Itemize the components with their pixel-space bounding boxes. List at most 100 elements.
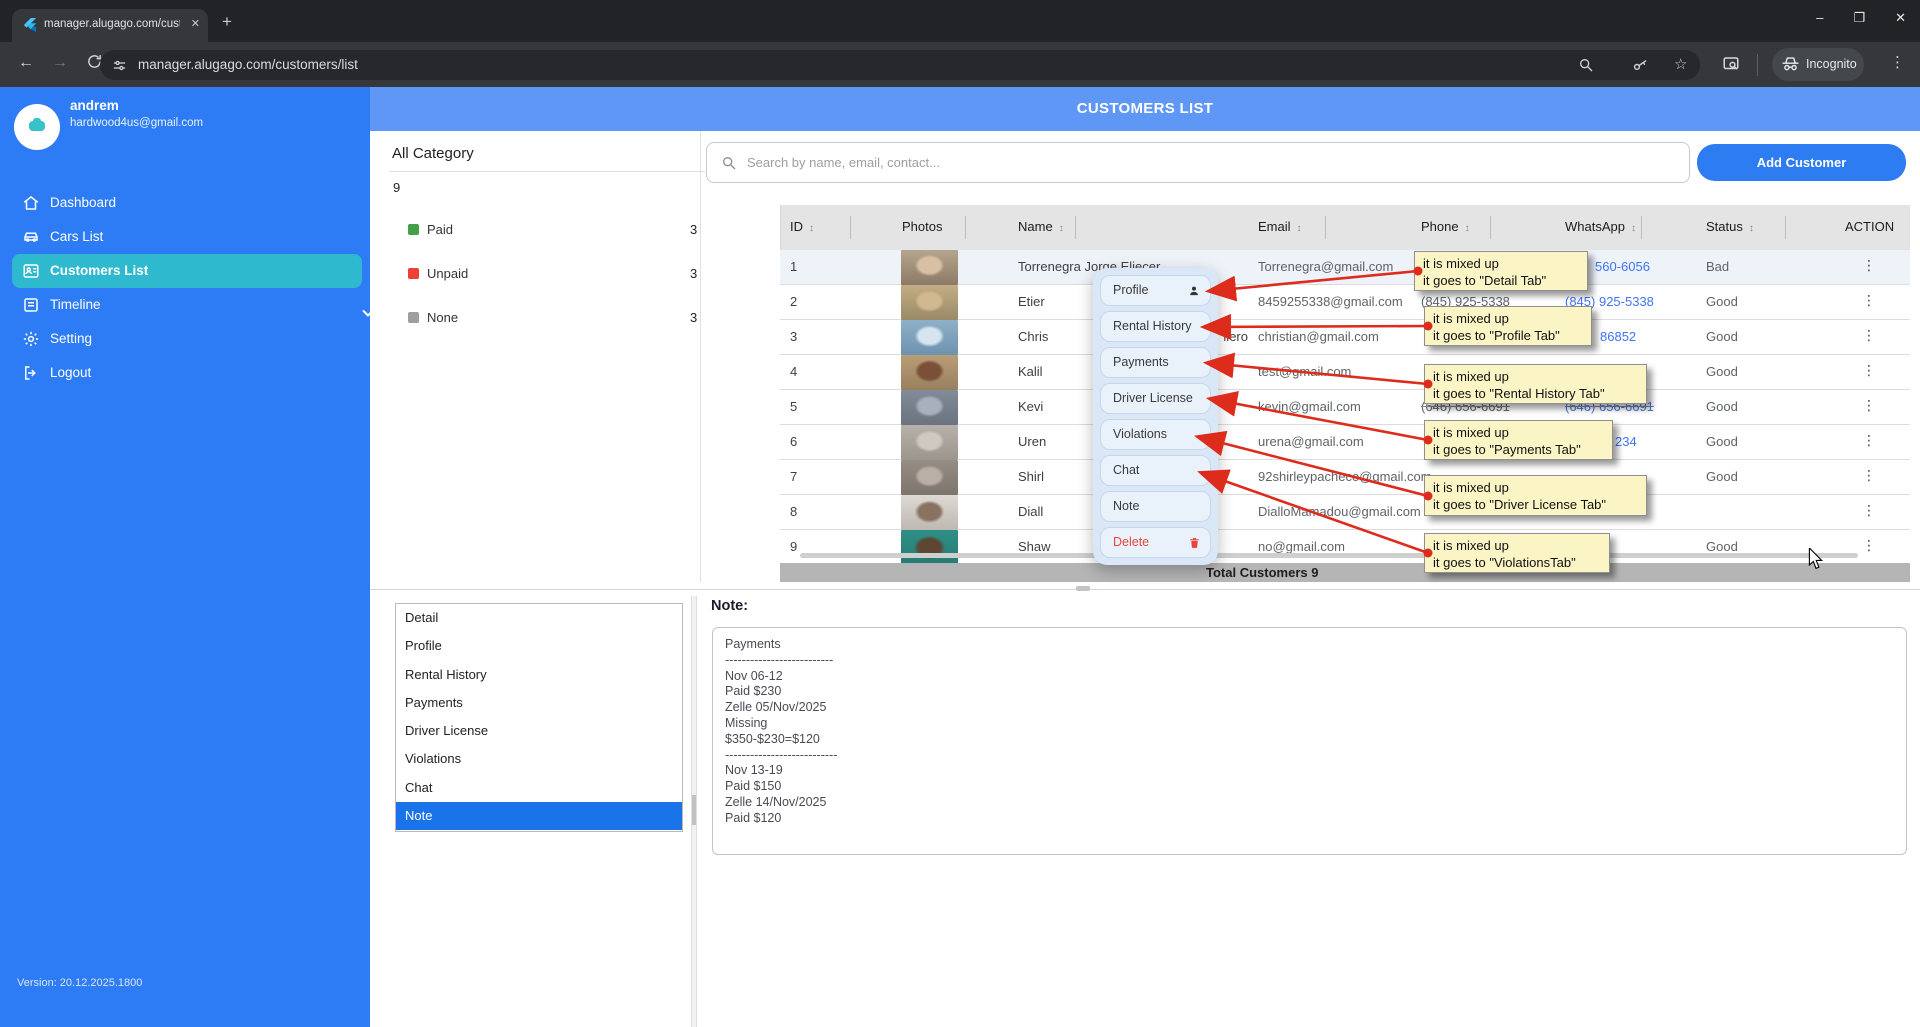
annotation-note: it is mixed up it goes to "Driver License…: [1424, 475, 1647, 516]
column-header-name[interactable]: Name ↕: [1018, 219, 1064, 234]
sidebar-item-label: Setting: [50, 331, 93, 346]
customer-photo[interactable]: [901, 320, 958, 355]
tab-profile[interactable]: Profile: [396, 632, 682, 660]
sort-icon[interactable]: ↕: [1297, 223, 1302, 234]
site-controls-icon[interactable]: [112, 58, 127, 78]
tab-close-icon[interactable]: ✕: [191, 17, 200, 30]
tab-payments[interactable]: Payments: [396, 689, 682, 717]
customer-photo[interactable]: [901, 285, 958, 320]
menu-item-chat[interactable]: Chat: [1100, 455, 1211, 486]
customer-photo[interactable]: [901, 355, 958, 390]
url-text: manager.alugago.com/customers/list: [138, 57, 358, 72]
site-favicon: [23, 18, 37, 37]
back-button[interactable]: ←: [18, 54, 34, 72]
column-header-status[interactable]: Status ↕: [1706, 219, 1754, 234]
row-actions-button[interactable]: ⋮: [1858, 257, 1880, 274]
sort-icon[interactable]: ↕: [809, 223, 814, 234]
table-row[interactable]: 2 Etier 8459255338@gmail.com (845) 925-5…: [780, 285, 1910, 320]
maximize-button[interactable]: ❒: [1853, 10, 1865, 25]
tab-driver-license[interactable]: Driver License: [396, 717, 682, 745]
address-bar[interactable]: manager.alugago.com/customers/list ☆: [100, 50, 1700, 80]
horizontal-scrollbar[interactable]: [800, 553, 1858, 558]
column-header-id[interactable]: ID ↕: [790, 219, 814, 234]
minimize-button[interactable]: –: [1816, 10, 1823, 25]
column-header-phone[interactable]: Phone ↕: [1421, 219, 1470, 234]
sort-icon[interactable]: ↕: [1465, 223, 1470, 234]
row-actions-button[interactable]: ⋮: [1858, 292, 1880, 309]
menu-item-delete[interactable]: Delete: [1100, 527, 1211, 558]
note-textarea[interactable]: Payments -------------------------- Nov …: [712, 627, 1907, 855]
vertical-scrollbar[interactable]: [691, 596, 697, 1027]
row-actions-button[interactable]: ⋮: [1858, 432, 1880, 449]
close-window-button[interactable]: ✕: [1895, 10, 1906, 25]
customer-photo[interactable]: [901, 250, 958, 285]
customer-photo[interactable]: [901, 390, 958, 425]
tab-violations[interactable]: Violations: [396, 745, 682, 773]
table-row[interactable]: 7 Shirl 92shirleypacheco@gmail.com Good …: [780, 460, 1910, 495]
sort-icon[interactable]: ↕: [1749, 223, 1754, 234]
category-item-none[interactable]: None 3: [408, 309, 708, 327]
avatar[interactable]: [14, 104, 60, 150]
cell-status: Good: [1706, 294, 1738, 309]
add-customer-button[interactable]: Add Customer: [1697, 144, 1906, 181]
splitter-handle[interactable]: [1076, 586, 1090, 591]
menu-item-violations[interactable]: Violations: [1100, 419, 1211, 450]
table-header: ID ↕ Photos Name ↕ Email ↕ Phone ↕ WhatsApp ↕…: [780, 205, 1910, 250]
table-row[interactable]: 5 Kevi kevin@gmail.com (646) 656-6691 (6…: [780, 390, 1910, 425]
row-actions-button[interactable]: ⋮: [1858, 502, 1880, 519]
menu-item-driver-license[interactable]: Driver License: [1100, 383, 1211, 414]
sort-icon[interactable]: ↕: [1059, 223, 1064, 234]
row-context-menu: Profile Rental History Payments Driver L…: [1093, 268, 1218, 565]
row-actions-button[interactable]: ⋮: [1858, 537, 1880, 554]
tab-note[interactable]: Note: [396, 802, 682, 831]
table-row[interactable]: 4 Kalil test@gmail.com Good ⋮: [780, 355, 1910, 390]
customer-photo[interactable]: [901, 425, 958, 460]
menu-item-payments[interactable]: Payments: [1100, 347, 1211, 378]
row-actions-button[interactable]: ⋮: [1858, 467, 1880, 484]
sidebar-item-cars-list[interactable]: Cars List: [0, 220, 370, 254]
cell-status: Bad: [1706, 259, 1730, 274]
search-input[interactable]: [747, 144, 1667, 181]
menu-item-note[interactable]: Note: [1100, 491, 1211, 522]
category-item-unpaid[interactable]: Unpaid 3: [408, 265, 708, 283]
row-actions-button[interactable]: ⋮: [1858, 397, 1880, 414]
tab-chat[interactable]: Chat: [396, 774, 682, 802]
forward-button[interactable]: →: [52, 54, 68, 72]
cell-email: christian@gmail.com: [1258, 329, 1379, 344]
table-row[interactable]: 6 Uren urena@gmail.com 234 Good ⋮: [780, 425, 1910, 460]
sidebar-item-timeline[interactable]: Timeline: [0, 288, 374, 322]
customer-photo[interactable]: [901, 530, 958, 565]
reading-mode-icon[interactable]: [1722, 55, 1740, 78]
bookmark-star-icon[interactable]: ☆: [1674, 55, 1687, 73]
table-row[interactable]: 8 Diall DialloMamadou@gmail.com ⋮: [780, 495, 1910, 530]
category-item-paid[interactable]: Paid 3: [408, 221, 708, 239]
new-tab-button[interactable]: +: [222, 13, 232, 30]
tab-detail[interactable]: Detail: [396, 604, 682, 632]
sidebar-item-customers-list[interactable]: Customers List: [12, 254, 362, 288]
customer-photo[interactable]: [901, 495, 958, 530]
menu-item-rental-history[interactable]: Rental History: [1100, 311, 1211, 342]
row-actions-button[interactable]: ⋮: [1858, 362, 1880, 379]
zoom-icon[interactable]: [1578, 57, 1594, 78]
tab-rental-history[interactable]: Rental History: [396, 661, 682, 689]
sidebar-item-logout[interactable]: Logout: [0, 356, 370, 390]
sidebar-item-label: Dashboard: [50, 195, 117, 210]
sidebar-item-setting[interactable]: Setting: [0, 322, 370, 356]
row-actions-button[interactable]: ⋮: [1858, 327, 1880, 344]
table-row[interactable]: 3 Chris llero christian@gmail.com 86852 G…: [780, 320, 1910, 355]
unpaid-color-swatch: [408, 268, 419, 279]
toolbar-separator: [1757, 54, 1758, 76]
browser-tab[interactable]: manager.alugago.com/custome ✕: [12, 9, 208, 42]
menu-item-profile[interactable]: Profile: [1100, 275, 1211, 306]
column-header-email[interactable]: Email ↕: [1258, 219, 1302, 234]
user-email: hardwood4us@gmail.com: [70, 117, 204, 129]
table-row[interactable]: 1 Torrenegra Jorge Eliecer Torrenegra@gm…: [780, 250, 1910, 285]
sidebar-item-dashboard[interactable]: Dashboard: [0, 186, 370, 220]
category-label: Paid: [427, 222, 454, 237]
table-row[interactable]: 9 Shaw no@gmail.com Good ⋮: [780, 530, 1910, 565]
customer-photo[interactable]: [901, 460, 958, 495]
browser-menu-icon[interactable]: ⋮: [1890, 53, 1905, 71]
password-key-icon[interactable]: [1632, 57, 1649, 79]
sort-icon[interactable]: ↕: [1631, 223, 1636, 234]
column-header-whatsapp[interactable]: WhatsApp ↕: [1565, 219, 1636, 234]
